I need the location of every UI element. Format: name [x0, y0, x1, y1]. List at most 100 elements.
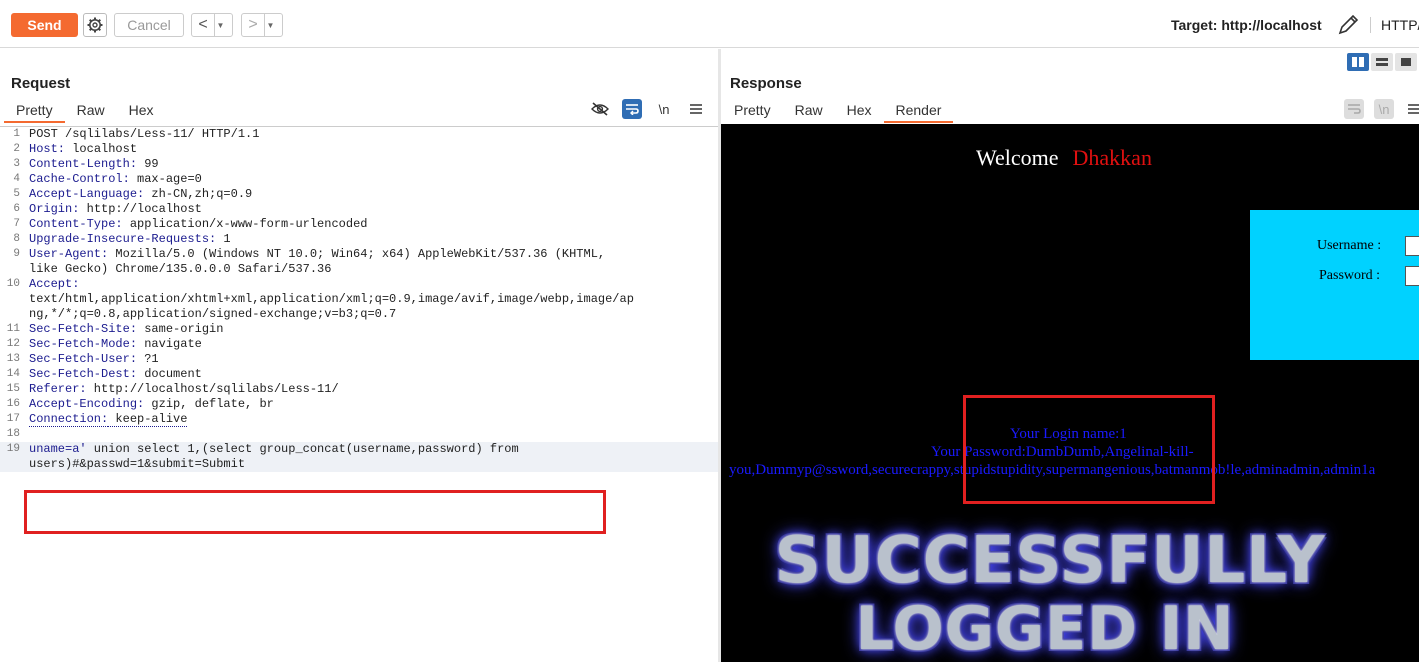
header-value: http://localhost/sqlilabs/Less-11/ [86, 382, 339, 396]
editor-line[interactable]: 3 Content-Length: 99 [0, 157, 718, 172]
tab-pretty[interactable]: Pretty [722, 101, 783, 123]
line-text: Origin: http://localhost [29, 202, 202, 217]
line-number: 13 [6, 353, 20, 365]
line-text: Accept-Language: zh-CN,zh;q=0.9 [29, 187, 252, 202]
line-number: 10 [6, 278, 20, 290]
layout-rows-button[interactable] [1371, 53, 1393, 71]
history-back-group[interactable]: < ▼ [191, 13, 233, 37]
header-value: keep-alive [108, 412, 188, 427]
rows-icon [1376, 58, 1388, 66]
header-key: Origin: [29, 202, 80, 216]
line-text: Upgrade-Insecure-Requests: 1 [29, 232, 231, 247]
header-value: gzip, deflate, br [144, 397, 274, 411]
editor-line[interactable]: 6 Origin: http://localhost [0, 202, 718, 217]
editor-line[interactable]: 5 Accept-Language: zh-CN,zh;q=0.9 [0, 187, 718, 202]
chevron-down-icon[interactable]: ▼ [264, 14, 276, 36]
render-view: Welcome Dhakkan Username : Password : You… [721, 124, 1419, 662]
edit-target-button[interactable] [1335, 12, 1361, 38]
line-text: Sec-Fetch-User: ?1 [29, 352, 159, 367]
layout-split-button[interactable] [1347, 53, 1369, 71]
settings-gear-button[interactable] [83, 13, 107, 37]
username-input[interactable] [1405, 236, 1419, 256]
tab-pretty[interactable]: Pretty [4, 101, 65, 123]
password-input[interactable] [1405, 266, 1419, 286]
history-forward-group[interactable]: > ▼ [241, 13, 283, 37]
menu-icon[interactable] [1404, 99, 1419, 119]
header-value: Mozilla/5.0 (Windows NT 10.0; Win64; x64… [108, 247, 606, 261]
line-number: 4 [13, 173, 20, 185]
wrapped-continuation: ng,*/*;q=0.8,application/signed-exchange… [29, 307, 397, 321]
line-number: 19 [6, 443, 20, 455]
editor-line[interactable]: 17 Connection: keep-alive [0, 412, 718, 427]
line-number: 3 [13, 158, 20, 170]
tab-hex[interactable]: Hex [117, 101, 166, 123]
cancel-button[interactable]: Cancel [114, 13, 184, 37]
tab-render[interactable]: Render [883, 101, 954, 123]
editor-line[interactable]: 1 POST /sqlilabs/Less-11/ HTTP/1.1 [0, 127, 718, 142]
hide-nonprintable-button[interactable] [590, 99, 610, 119]
line-text: Sec-Fetch-Dest: document [29, 367, 202, 382]
tab-raw[interactable]: Raw [783, 101, 835, 123]
editor-line[interactable]: 15 Referer: http://localhost/sqlilabs/Les… [0, 382, 718, 397]
show-newlines-button[interactable]: \n [654, 99, 674, 119]
line-number: 12 [6, 338, 20, 350]
editor-line[interactable]: 19 uname=a' union select 1,(select group_… [0, 442, 718, 472]
line-text: Accept-Encoding: gzip, deflate, br [29, 397, 274, 412]
line-text: Sec-Fetch-Mode: navigate [29, 337, 202, 352]
show-newlines-button-disabled: \n [1374, 99, 1394, 119]
header-value: 99 [137, 157, 159, 171]
header-value: document [137, 367, 202, 381]
editor-line[interactable]: 13 Sec-Fetch-User: ?1 [0, 352, 718, 367]
welcome-name: Dhakkan [1072, 145, 1152, 170]
header-value: same-origin [137, 322, 224, 336]
line-text: Content-Type: application/x-www-form-url… [29, 217, 367, 232]
editor-line[interactable]: 10 Accept: text/html,application/xhtml+xml… [0, 277, 718, 322]
editor-line[interactable]: 4 Cache-Control: max-age=0 [0, 172, 718, 187]
editor-line[interactable]: 14 Sec-Fetch-Dest: document [0, 367, 718, 382]
password-label: Password : [1319, 268, 1381, 283]
header-key: Sec-Fetch-Site: [29, 322, 138, 336]
word-wrap-button-disabled [1344, 99, 1364, 119]
layout-single-button[interactable] [1395, 53, 1417, 71]
line-number: 7 [13, 218, 20, 230]
line-number: 6 [13, 203, 20, 215]
wrap-icon [626, 104, 639, 115]
line-number: 17 [6, 413, 20, 425]
header-value: ?1 [137, 352, 159, 366]
header-key: Accept: [29, 277, 80, 291]
menu-icon[interactable] [686, 99, 706, 119]
editor-line[interactable]: 9 User-Agent: Mozilla/5.0 (Windows NT 10.… [0, 247, 718, 277]
wrapped-continuation: text/html,application/xhtml+xml,applicat… [29, 292, 634, 306]
welcome-heading: Welcome Dhakkan [976, 145, 1152, 171]
send-button[interactable]: Send [11, 13, 78, 37]
tab-raw[interactable]: Raw [65, 101, 117, 123]
editor-line[interactable]: 12 Sec-Fetch-Mode: navigate [0, 337, 718, 352]
editor-line[interactable]: 7 Content-Type: application/x-www-form-ur… [0, 217, 718, 232]
header-key: Accept-Language: [29, 187, 145, 201]
line-text: Referer: http://localhost/sqlilabs/Less-… [29, 382, 339, 397]
top-toolbar: Send Cancel < ▼ > ▼ Target: http://local… [0, 0, 1419, 48]
line-text: Sec-Fetch-Site: same-origin [29, 322, 223, 337]
word-wrap-button[interactable] [622, 99, 642, 119]
back-arrow-icon[interactable]: < [192, 14, 214, 36]
welcome-text: Welcome [976, 145, 1059, 170]
editor-line[interactable]: 16 Accept-Encoding: gzip, deflate, br [0, 397, 718, 412]
header-key: uname=a' [29, 442, 87, 456]
header-key: Sec-Fetch-Dest: [29, 367, 138, 381]
tab-hex[interactable]: Hex [835, 101, 884, 123]
request-editor-actions: \n [590, 99, 706, 119]
header-key: Referer: [29, 382, 87, 396]
login-form: Username : Password : [1250, 210, 1419, 360]
protocol-selector[interactable]: HTTP/ [1370, 17, 1419, 33]
editor-line[interactable]: 8 Upgrade-Insecure-Requests: 1 [0, 232, 718, 247]
wrapped-continuation: like Gecko) Chrome/135.0.0.0 Safari/537.… [29, 262, 332, 276]
forward-arrow-icon[interactable]: > [242, 14, 264, 36]
editor-line[interactable]: 18 [0, 427, 718, 442]
chevron-down-icon[interactable]: ▼ [214, 14, 226, 36]
header-key: Content-Length: [29, 157, 138, 171]
eye-off-icon [591, 102, 609, 116]
editor-line[interactable]: 2 Host: localhost [0, 142, 718, 157]
editor-line[interactable]: 11 Sec-Fetch-Site: same-origin [0, 322, 718, 337]
request-editor[interactable]: 1 POST /sqlilabs/Less-11/ HTTP/1.1 2 Host: … [0, 126, 718, 662]
header-key: Cache-Control: [29, 172, 130, 186]
